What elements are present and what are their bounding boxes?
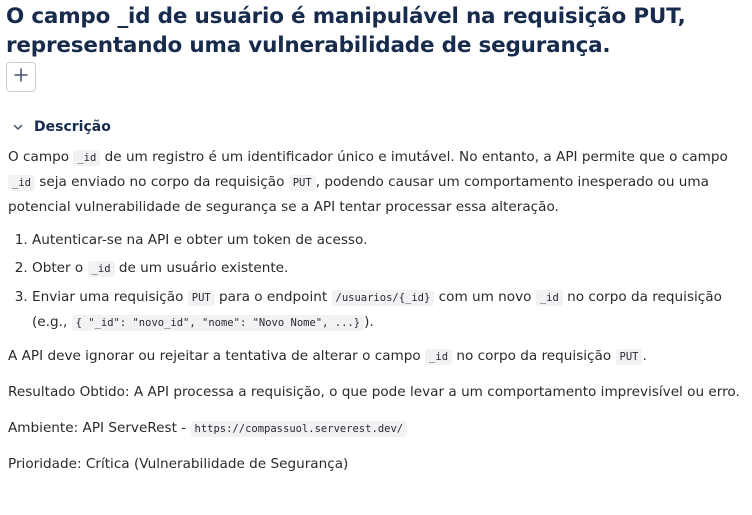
inline-code: /usuarios/{_id}: [331, 290, 435, 306]
issue-title: O campo _id de usuário é manipulável na …: [6, 4, 686, 58]
inline-code: _id: [425, 349, 453, 365]
inline-code: PUT: [288, 175, 316, 191]
inline-code: _id: [8, 175, 35, 191]
description-section-toggle[interactable]: Descrição: [10, 116, 111, 138]
inline-code: _id: [535, 290, 563, 306]
expected-result: A API deve ignorar ou rejeitar a tentati…: [8, 348, 647, 365]
priority: Prioridade: Crítica (Vulnerabilidade de …: [8, 456, 349, 472]
environment-url: https://compassuol.serverest.dev/: [190, 421, 408, 437]
inline-code: PUT: [615, 349, 643, 365]
add-button[interactable]: [6, 62, 36, 92]
list-item: Autenticar-se na API e obter um token de…: [32, 228, 744, 252]
inline-code: _id: [73, 150, 101, 166]
list-item: Enviar uma requisição PUT para o endpoin…: [32, 285, 744, 335]
description-intro: O campo _id de um registro é um identifi…: [8, 149, 728, 215]
section-title: Descrição: [34, 119, 111, 135]
inline-code: { "_id": "novo_id", "nome": "Novo Nome",…: [71, 315, 365, 331]
actual-result: Resultado Obtido: A API processa a requi…: [8, 384, 740, 400]
environment: Ambiente: API ServeRest - https://compas…: [8, 416, 744, 441]
plus-icon: [13, 67, 29, 88]
list-item: Obter o _id de um usuário existente.: [32, 256, 744, 281]
steps-list: Autenticar-se na API e obter um token de…: [8, 228, 744, 339]
inline-code: _id: [87, 261, 115, 277]
chevron-down-icon: [10, 119, 26, 135]
inline-code: PUT: [187, 290, 215, 306]
